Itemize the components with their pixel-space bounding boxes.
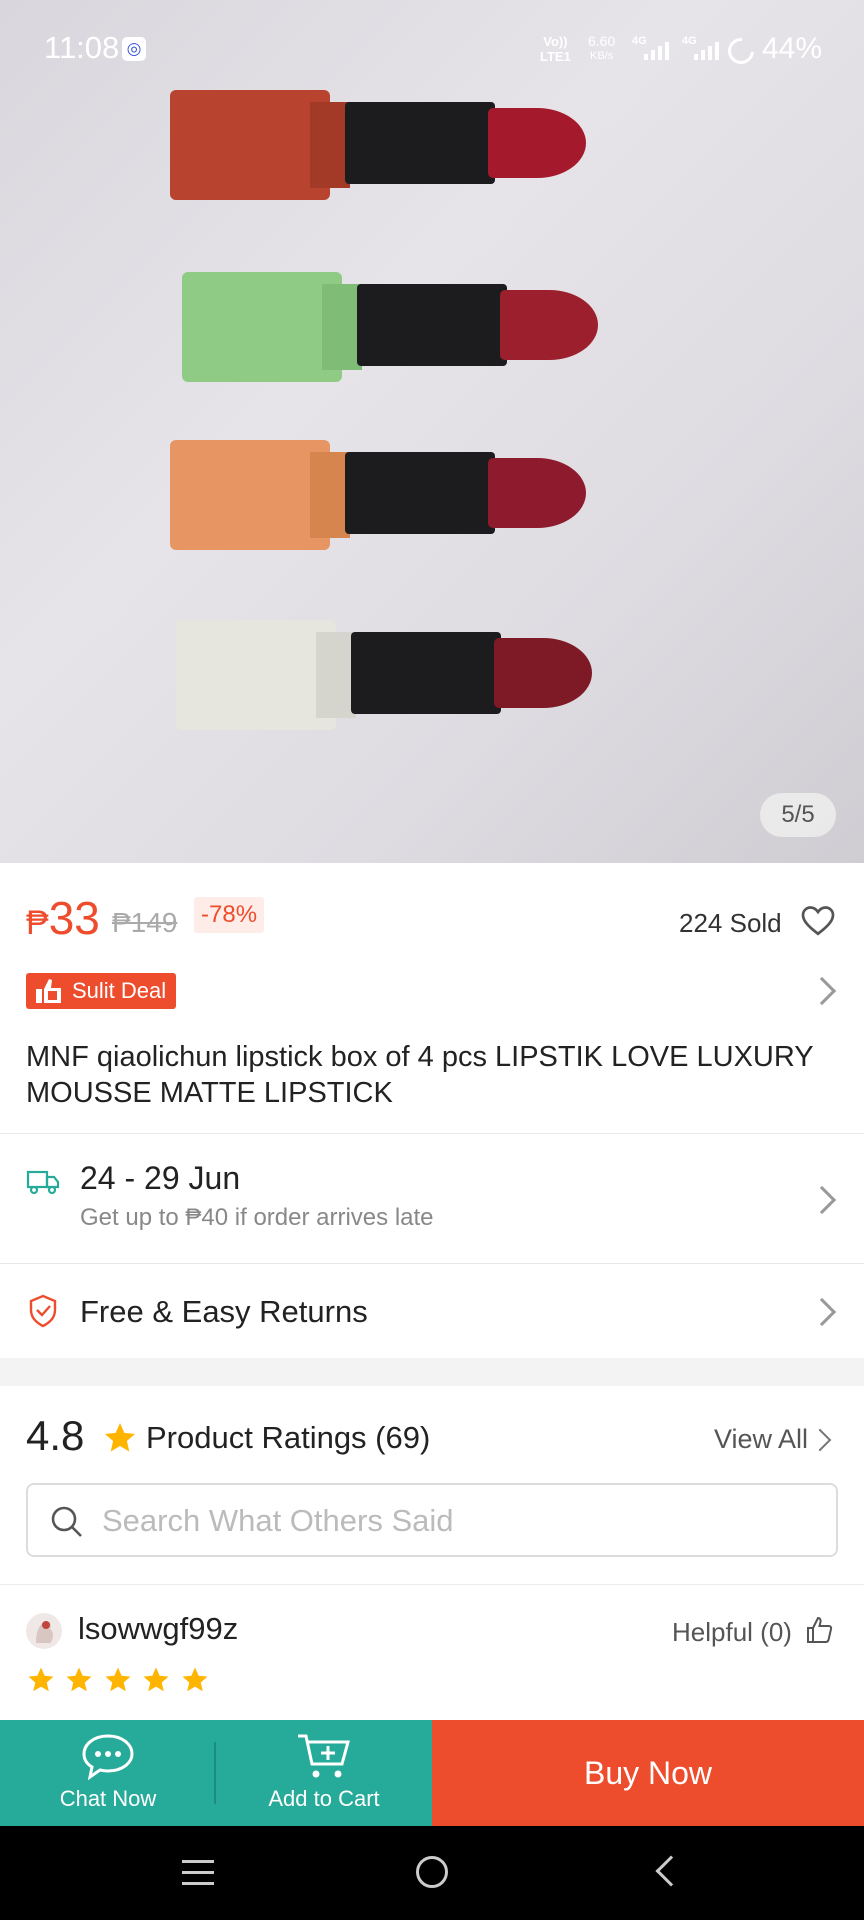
star-icon <box>105 1667 131 1692</box>
reviewer-name[interactable]: lsowwgf99z <box>78 1611 238 1647</box>
star-icon <box>66 1667 92 1692</box>
status-bar: 11:08 ◎ Vo)) LTE1 6.60 KB/s 4G 4G 44% <box>0 0 864 100</box>
signal-icon: 4G <box>632 35 669 60</box>
delivery-guarantee: Get up to ₱40 if order arrives late <box>80 1204 434 1231</box>
product-image-carousel[interactable]: 11:08 ◎ Vo)) LTE1 6.60 KB/s 4G 4G 44% 5/… <box>0 0 864 863</box>
avatar[interactable] <box>26 1613 62 1649</box>
section-divider <box>0 1358 864 1386</box>
menu-icon[interactable] <box>182 1860 214 1886</box>
shield-check-icon <box>29 1294 57 1328</box>
product-info: ₱33 ₱149 -78% 224 Sold Sulit Deal MNF qi… <box>0 863 864 1133</box>
network-speed: 6.60 KB/s <box>588 33 616 63</box>
back-icon[interactable] <box>655 1855 687 1887</box>
delivery-dates: 24 - 29 Jun <box>80 1160 241 1196</box>
cart-add-icon <box>298 1734 350 1778</box>
star-icon <box>28 1667 54 1692</box>
system-nav-bar <box>0 1826 864 1920</box>
thumbs-up-icon[interactable] <box>804 1615 834 1645</box>
search-icon <box>51 1506 82 1537</box>
star-icon <box>143 1667 169 1692</box>
review-search-input[interactable] <box>102 1499 802 1543</box>
chevron-right-icon <box>807 1297 837 1327</box>
volte-indicator: Vo)) LTE1 <box>540 34 571 64</box>
action-bar: Chat Now Add to Cart Buy Now <box>0 1720 864 1826</box>
truck-icon <box>26 1170 60 1195</box>
battery-icon <box>722 32 760 70</box>
product-title: MNF qiaolichun lipstick box of 4 pcs LIP… <box>26 1041 814 1109</box>
star-icon <box>182 1667 208 1692</box>
sold-count: 224 Sold <box>679 908 782 938</box>
view-all-ratings-link[interactable]: View All <box>714 1424 808 1455</box>
helpful-count[interactable]: Helpful (0) <box>672 1617 792 1648</box>
image-counter: 5/5 <box>760 793 836 837</box>
returns-label: Free & Easy Returns <box>80 1294 368 1329</box>
buy-now-button[interactable]: Buy Now <box>432 1720 864 1826</box>
thumbs-up-icon <box>36 979 61 1003</box>
review-search-box[interactable] <box>26 1483 838 1557</box>
rating-score: 4.8 <box>26 1412 85 1459</box>
notification-app-icon: ◎ <box>122 37 146 61</box>
chevron-right-icon <box>808 1428 832 1452</box>
chat-bubble-icon <box>82 1734 134 1781</box>
chevron-right-icon[interactable] <box>807 976 837 1006</box>
chevron-right-icon <box>807 1185 837 1215</box>
original-price: ₱149 <box>112 907 178 938</box>
svg-text:4G: 4G <box>632 35 647 47</box>
review-stars <box>26 1665 214 1700</box>
home-icon[interactable] <box>416 1856 448 1888</box>
returns-row[interactable]: Free & Easy Returns <box>0 1263 864 1358</box>
heart-icon[interactable] <box>800 903 836 939</box>
sulit-deal-badge[interactable]: Sulit Deal <box>26 973 177 1009</box>
status-time: 11:08 <box>44 30 120 65</box>
shipping-row[interactable]: 24 - 29 Jun Get up to ₱40 if order arriv… <box>0 1133 864 1263</box>
star-icon <box>105 1423 135 1452</box>
add-to-cart-button[interactable]: Add to Cart <box>216 1720 432 1826</box>
review-item: lsowwgf99z Helpful (0) <box>0 1584 864 1720</box>
product-ratings-label: Product Ratings (69) <box>146 1420 431 1455</box>
current-price: ₱33 <box>26 892 100 944</box>
discount-badge: -78% <box>194 897 265 933</box>
chat-now-button[interactable]: Chat Now <box>0 1720 216 1826</box>
svg-text:4G: 4G <box>682 35 697 47</box>
battery-percent: 44% <box>762 32 823 65</box>
signal-icon: 4G <box>682 35 719 60</box>
